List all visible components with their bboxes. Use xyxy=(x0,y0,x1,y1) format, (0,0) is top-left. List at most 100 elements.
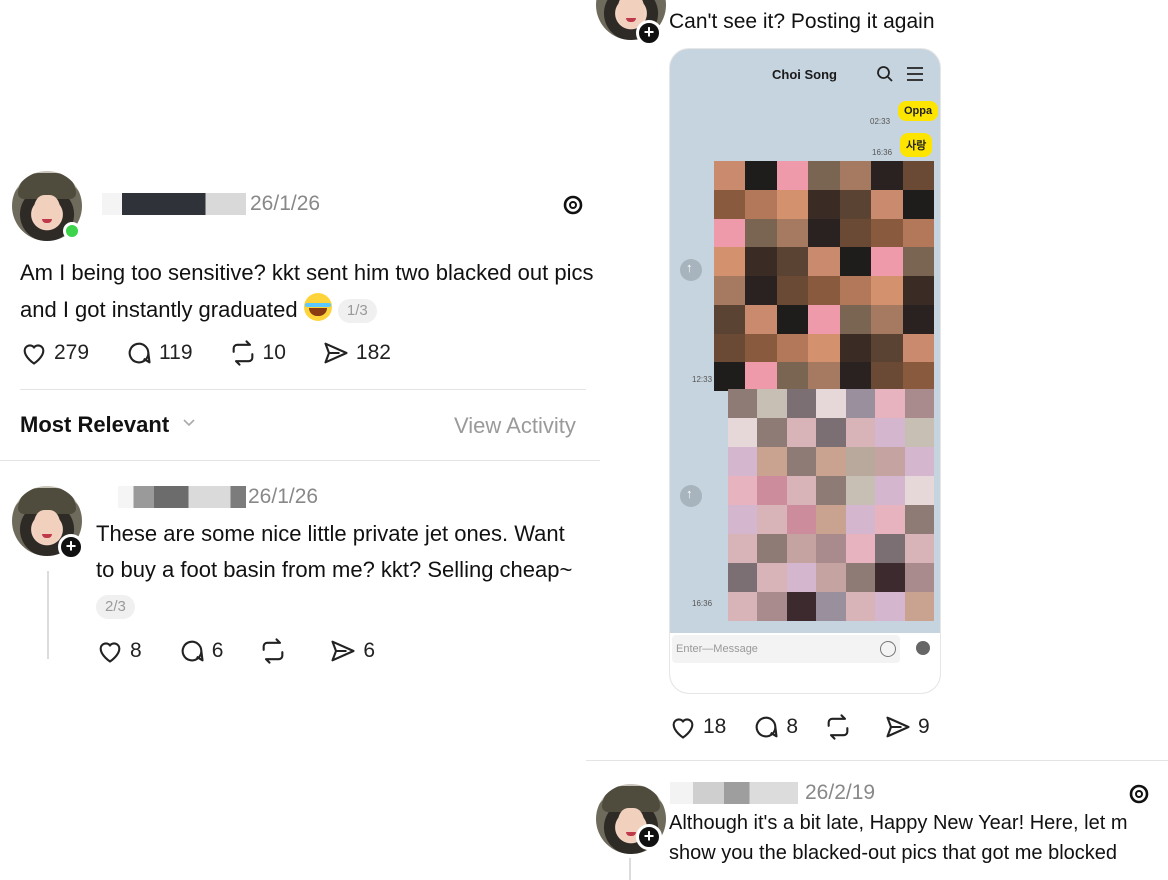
reply-count: 6 xyxy=(211,639,224,662)
pixel-tile xyxy=(728,592,758,621)
pixel-tile xyxy=(808,218,840,248)
pixel-tile xyxy=(786,534,817,563)
pixel-tile xyxy=(776,362,809,391)
share-count: 182 xyxy=(355,341,391,364)
sort-dropdown[interactable]: Most Relevant xyxy=(20,412,197,438)
pixel-tile xyxy=(776,333,809,363)
pixel-tile xyxy=(808,276,840,305)
pixel-tile xyxy=(745,304,777,334)
chat-share-icon[interactable] xyxy=(680,485,702,507)
like-count: 8 xyxy=(130,639,142,662)
pixel-tile xyxy=(757,592,787,621)
chat-timestamp: 16:36 xyxy=(872,148,893,157)
share-count: 9 xyxy=(918,715,930,738)
pixel-tile xyxy=(776,247,809,276)
heart-icon xyxy=(99,642,121,663)
comment-icon xyxy=(128,342,151,364)
threads-logo-icon[interactable] xyxy=(1127,782,1151,806)
pixel-tile xyxy=(902,218,934,248)
pixel-tile xyxy=(816,418,846,447)
pixel-tile xyxy=(902,161,934,190)
like-button[interactable]: 8 xyxy=(96,637,142,665)
follow-plus-icon[interactable]: + xyxy=(58,534,84,560)
threads-logo-icon[interactable] xyxy=(561,193,585,217)
pixel-tile xyxy=(845,476,876,505)
follow-plus-icon[interactable]: + xyxy=(636,824,662,850)
pixel-tile xyxy=(786,476,817,505)
pixel-tile xyxy=(902,304,934,334)
share-button[interactable]: 6 xyxy=(329,637,375,665)
chat-share-icon[interactable] xyxy=(680,259,702,281)
message-input[interactable]: Enter—Message xyxy=(672,635,900,663)
pixel-tile xyxy=(757,534,787,563)
redacted-username xyxy=(102,193,246,215)
reply-count: 119 xyxy=(159,341,193,364)
pixel-tile xyxy=(875,418,905,447)
image-pager: 1/3 xyxy=(337,299,377,324)
pixel-tile xyxy=(776,161,809,190)
pixel-tile xyxy=(786,563,817,592)
pixel-tile xyxy=(875,476,905,505)
pixel-tile xyxy=(714,333,746,363)
pixel-tile xyxy=(904,563,934,592)
repost-button[interactable] xyxy=(259,637,293,665)
pixel-tile xyxy=(904,418,934,447)
section-divider xyxy=(0,460,600,461)
laughing-crying-emoji-icon xyxy=(303,293,332,321)
emoji-icon[interactable] xyxy=(880,641,896,657)
chat-screenshot-image[interactable]: Choi Song Oppa 02:33 사랑 16:36 12:33 16:3… xyxy=(669,48,941,694)
like-button[interactable]: 18 xyxy=(669,713,726,741)
message-input-placeholder: Enter—Message xyxy=(676,643,758,655)
pixel-tile xyxy=(808,189,840,219)
repost-button[interactable]: 10 xyxy=(229,339,286,367)
share-button[interactable]: 9 xyxy=(884,713,930,741)
follow-plus-icon[interactable]: + xyxy=(636,20,662,46)
pixel-tile xyxy=(808,304,840,334)
share-button[interactable]: 182 xyxy=(322,339,391,367)
pixel-tile xyxy=(816,447,846,476)
reply-body-line: show you the blacked-out pics that got m… xyxy=(669,842,1118,864)
pixel-tile xyxy=(839,247,872,276)
pixel-tile xyxy=(745,276,777,305)
reply-button[interactable]: 119 xyxy=(125,339,193,367)
redacted-username xyxy=(118,486,246,508)
pixel-tile xyxy=(904,534,934,563)
repost-icon xyxy=(232,340,253,366)
pixel-tile xyxy=(902,276,934,305)
reply-button[interactable]: 8 xyxy=(752,713,798,741)
chat-timestamp: 12:33 xyxy=(692,375,713,384)
pixel-tile xyxy=(845,592,876,621)
comment-icon xyxy=(181,640,204,662)
repost-button[interactable] xyxy=(824,713,858,741)
reply-button[interactable]: 6 xyxy=(178,637,224,665)
view-activity-link[interactable]: View Activity xyxy=(454,413,576,439)
pixel-tile xyxy=(745,161,777,190)
pixel-tile xyxy=(845,447,876,476)
pixel-tile xyxy=(839,189,872,219)
share-icon xyxy=(331,640,355,662)
repost-count: 10 xyxy=(262,341,286,364)
pixel-tile xyxy=(875,534,905,563)
voice-icon[interactable] xyxy=(916,641,930,655)
pixel-tile xyxy=(786,447,817,476)
post-body: Am I being too sensitive? kkt sent him t… xyxy=(20,254,595,328)
pixel-tile xyxy=(839,333,872,363)
post-actions: 279 119 10 182 xyxy=(20,339,427,367)
like-count: 18 xyxy=(703,715,727,738)
like-button[interactable]: 279 xyxy=(20,339,89,367)
reply-body: These are some nice little private jet o… xyxy=(96,516,586,624)
share-icon xyxy=(886,716,910,738)
heart-icon xyxy=(23,344,45,365)
pixel-tile xyxy=(728,505,758,534)
chat-input-bar: Enter—Message xyxy=(670,633,940,693)
pixel-tile xyxy=(845,563,876,592)
thread-line xyxy=(629,858,631,880)
reply-body-line: Although it's a bit late, Happy New Year… xyxy=(669,812,1128,834)
pixel-tile xyxy=(871,189,903,219)
reply-actions: 18 8 9 xyxy=(669,713,966,741)
pixel-tile xyxy=(714,276,746,305)
reply-body-text: These are some nice little private jet o… xyxy=(96,521,573,582)
pixel-tile xyxy=(808,333,840,363)
section-divider xyxy=(586,760,1168,761)
comment-icon xyxy=(756,716,778,738)
